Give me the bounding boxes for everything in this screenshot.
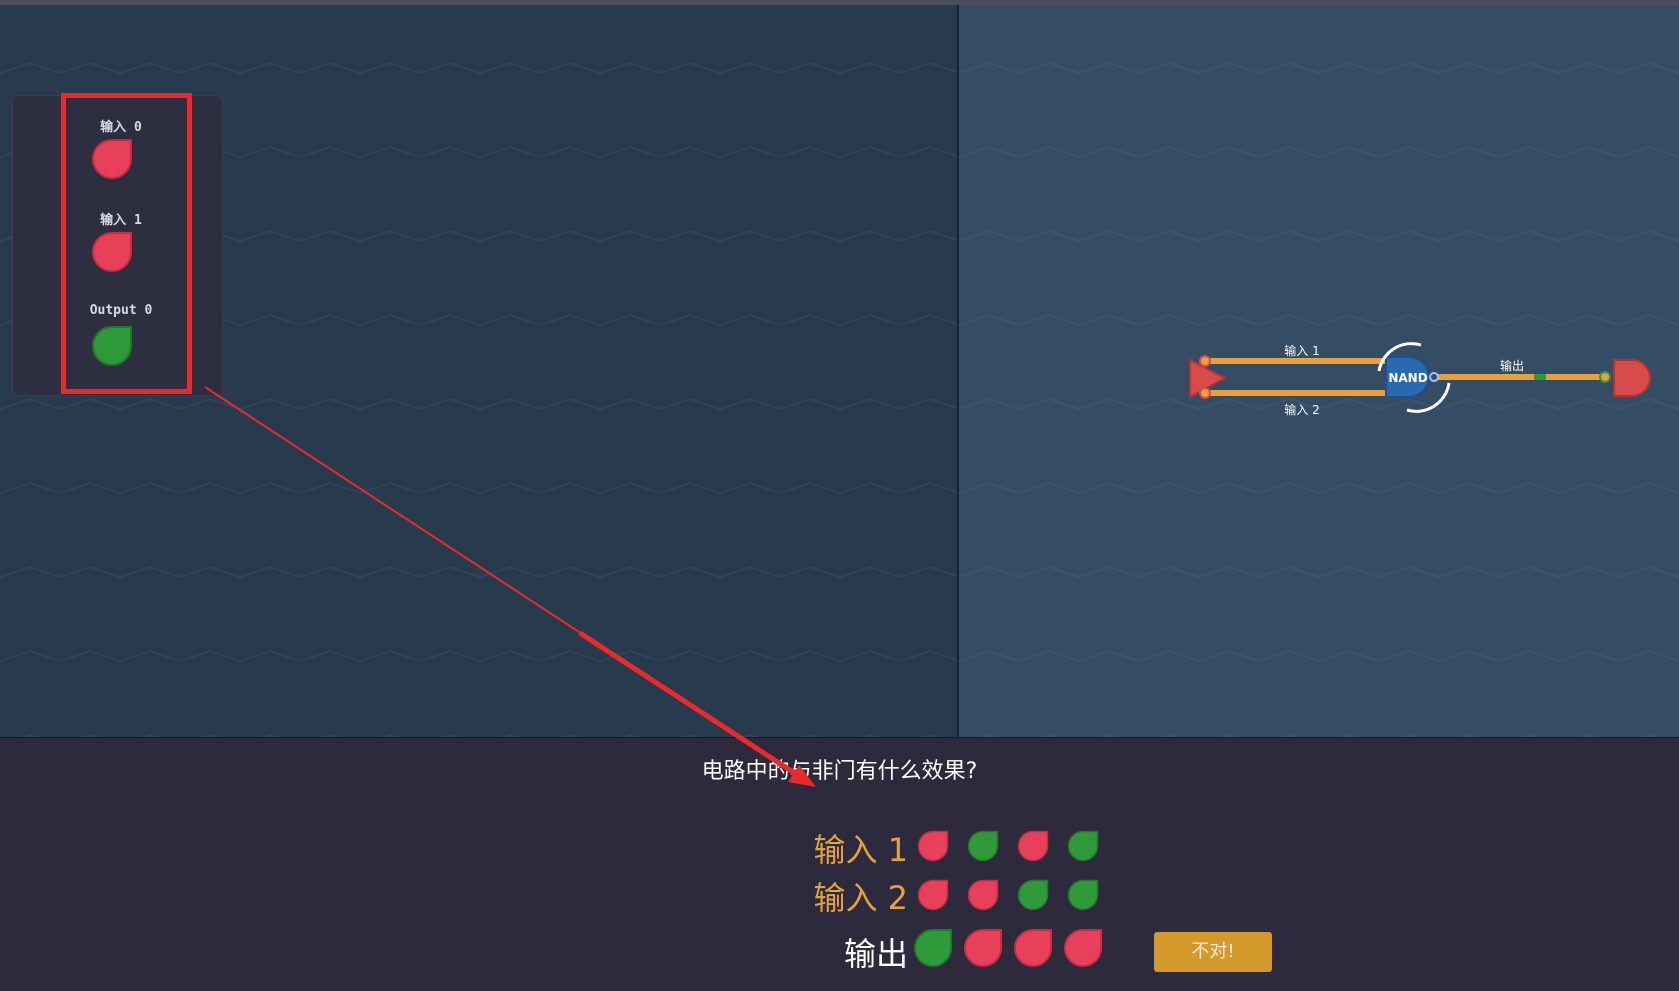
pin-icon [1599,371,1611,383]
truth-row-output-label: 输出 [843,935,908,973]
pin-icon [1199,355,1211,367]
truth-led-r3-c3 [1013,928,1053,968]
truth-led-r1-c2 [967,830,999,862]
truth-row-input-1-label: 输入 1 [813,831,908,869]
truth-led-r1-c4 [1067,830,1099,862]
zigzag-background [959,5,1679,737]
output-led [1613,359,1651,397]
truth-led-r3-c1 [913,928,953,968]
pin-icon [1199,387,1211,399]
truth-led-r2-c2 [967,879,999,911]
truth-led-r1-c1 [917,830,949,862]
wire-input-1-label: 输入 1 [1284,343,1319,358]
annotation-highlight-box [61,93,192,394]
feedback-wrong-button[interactable]: 不对! [1154,932,1272,972]
truth-led-r3-c4 [1063,928,1103,968]
truth-row-input-2-label: 输入 2 [813,879,908,917]
truth-led-r2-c1 [917,879,949,911]
signal-pulse [1534,374,1546,380]
quiz-question: 电路中的与非门有什么效果? [701,759,978,784]
circuit-canvas[interactable]: 输入 1 输入 2 输出 NAND [959,5,1679,737]
circuit-svg: 输入 1 输入 2 输出 NAND [959,5,1679,737]
wire-input-2-label: 输入 2 [1284,402,1319,417]
truth-led-r3-c2 [963,928,1003,968]
wire-output-label: 输出 [1500,358,1524,373]
nand-gate-label: NAND [1388,371,1427,385]
truth-led-r2-c3 [1017,879,1049,911]
truth-led-r2-c4 [1067,879,1099,911]
truth-led-r1-c3 [1017,830,1049,862]
